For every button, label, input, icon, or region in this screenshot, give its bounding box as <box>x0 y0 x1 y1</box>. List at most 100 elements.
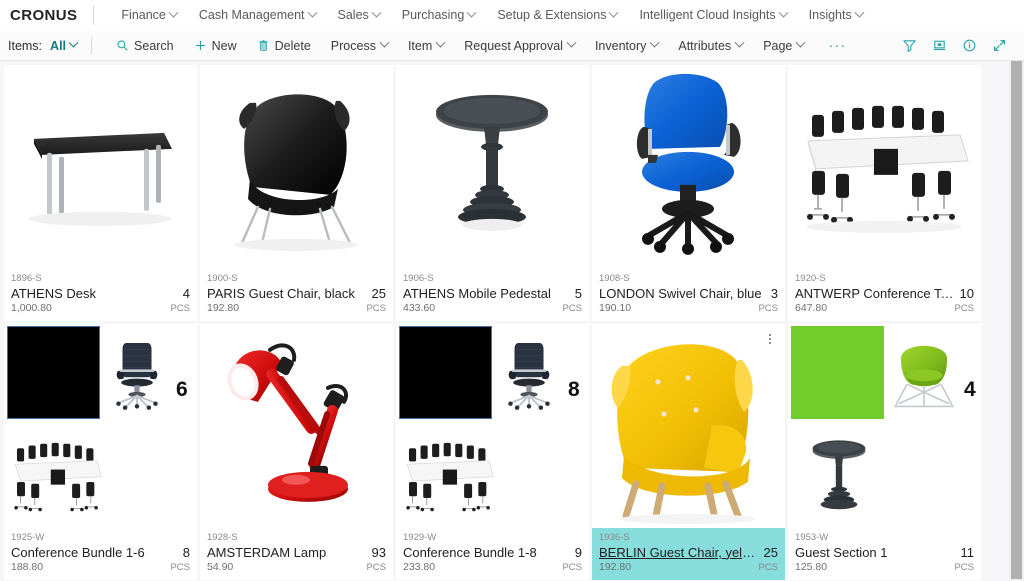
command-bar: Items: All Search New Delete Process Item Req… <box>0 31 1024 61</box>
bundle-composite: 6 <box>4 324 197 528</box>
item-card[interactable]: 1920-S ANTWERP Conference Table 10 647.8… <box>788 65 981 321</box>
items-grid: 1896-S ATHENS Desk 4 1,000.80 PCS 1900-S… <box>4 65 1024 580</box>
item-caption: 1920-S ANTWERP Conference Table 10 647.8… <box>788 269 981 321</box>
item-price-row: 433.60 PCS <box>403 302 582 315</box>
command-new[interactable]: New <box>184 31 247 60</box>
nav-item-label: Cash Management <box>198 8 305 22</box>
item-card[interactable]: 8 1929-W Conference Bundle 1-8 9 233.80 … <box>396 324 589 580</box>
office-chair-thumb <box>508 342 550 410</box>
chevron-down-icon <box>778 7 789 18</box>
item-title[interactable]: Conference Bundle 1-6 <box>11 545 145 561</box>
command-delete[interactable]: Delete <box>247 31 321 60</box>
item-title-row: ATHENS Desk 4 <box>11 286 190 302</box>
item-title-row: BERLIN Guest Chair, yellow 25 <box>599 545 778 561</box>
chevron-down-icon <box>795 37 806 48</box>
item-title-row: Conference Bundle 1-8 9 <box>403 545 582 561</box>
chevron-down-icon <box>734 37 745 48</box>
item-title[interactable]: LONDON Swivel Chair, blue <box>599 286 762 302</box>
more-commands-button[interactable]: ··· <box>814 38 860 53</box>
bundle-composite: 4 <box>788 324 981 528</box>
item-title[interactable]: PARIS Guest Chair, black <box>207 286 355 302</box>
item-price-row: 1,000.80 PCS <box>11 302 190 315</box>
office-chair-thumb <box>116 342 158 410</box>
armchair-yellow-image <box>611 344 756 524</box>
item-price: 1,000.80 <box>11 301 52 314</box>
command-item[interactable]: Item <box>398 31 454 60</box>
card-more-options-icon[interactable] <box>763 330 777 348</box>
item-title-row: Guest Section 1 11 <box>795 545 974 561</box>
nav-item-purchasing[interactable]: Purchasing <box>391 7 487 22</box>
item-price-row: 647.80 PCS <box>795 302 974 315</box>
item-price-row: 192.80 PCS <box>207 302 386 315</box>
command-request-approval[interactable]: Request Approval <box>454 31 585 60</box>
expand-icon[interactable] <box>984 32 1014 60</box>
item-title[interactable]: Guest Section 1 <box>795 545 888 561</box>
nav-item-label: Purchasing <box>401 8 465 22</box>
nav-item-insights[interactable]: Insights <box>798 7 874 22</box>
item-title[interactable]: ATHENS Desk <box>11 286 96 302</box>
green-placeholder-square <box>791 326 884 419</box>
item-card[interactable]: 4 1953-W Guest Section 1 11 125.80 PCS <box>788 324 981 580</box>
item-price: 188.80 <box>11 560 44 573</box>
item-card[interactable]: 1908-S LONDON Swivel Chair, blue 3 190.1… <box>592 65 785 321</box>
items-gallery: 1896-S ATHENS Desk 4 1,000.80 PCS 1900-S… <box>0 61 1024 581</box>
item-card[interactable]: 1900-S PARIS Guest Chair, black 25 192.8… <box>200 65 393 321</box>
item-card[interactable]: 1896-S ATHENS Desk 4 1,000.80 PCS <box>4 65 197 321</box>
top-navigation-bar: CRONUS Finance Cash Management Sales Purcha… <box>0 0 1024 31</box>
conference-table-image <box>806 105 969 233</box>
command-attributes[interactable]: Attributes <box>668 31 753 60</box>
search-icon <box>117 40 128 51</box>
nav-item-cash-management[interactable]: Cash Management <box>188 7 327 22</box>
command-divider <box>91 37 93 54</box>
nav-item-intelligent-cloud-insights[interactable]: Intelligent Cloud Insights <box>628 7 797 22</box>
item-caption: 1953-W Guest Section 1 11 125.80 PCS <box>788 528 981 580</box>
item-image-desk-black <box>4 65 197 269</box>
item-uom: PCS <box>562 561 582 573</box>
view-filter-dropdown[interactable]: All <box>50 37 79 53</box>
share-icon[interactable] <box>924 32 954 60</box>
command-page[interactable]: Page <box>753 31 814 60</box>
item-card[interactable]: 6 1925-W Conference Bundle 1-6 8 188.80 … <box>4 324 197 580</box>
scrollbar-thumb[interactable] <box>1011 61 1022 579</box>
chevron-down-icon <box>371 7 382 18</box>
item-image-bundle-6: 6 <box>4 324 197 528</box>
info-icon[interactable] <box>954 32 984 60</box>
item-title[interactable]: AMSTERDAM Lamp <box>207 545 326 561</box>
nav-item-label: Insights <box>808 8 852 22</box>
chevron-down-icon <box>168 7 179 18</box>
chevron-down-icon <box>649 37 660 48</box>
item-code: 1928-S <box>207 531 238 543</box>
item-card[interactable]: 1906-S ATHENS Mobile Pedestal 5 433.60 P… <box>396 65 589 321</box>
command-inventory[interactable]: Inventory <box>585 31 668 60</box>
filter-icon[interactable] <box>894 32 924 60</box>
item-quantity: 9 <box>574 544 582 560</box>
item-quantity: 4 <box>182 285 190 301</box>
item-caption: 1908-S LONDON Swivel Chair, blue 3 190.1… <box>592 269 785 321</box>
nav-item-finance[interactable]: Finance <box>110 7 187 22</box>
round-pedestal-table-image <box>436 94 548 231</box>
nav-item-sales[interactable]: Sales <box>327 7 391 22</box>
plus-icon <box>195 40 205 51</box>
nav-item-setup-extensions[interactable]: Setup & Extensions <box>486 7 628 22</box>
item-price: 125.80 <box>795 560 828 573</box>
item-card[interactable]: 1936-S BERLIN Guest Chair, yellow 25 192… <box>592 324 785 580</box>
item-price-row: 54.90 PCS <box>207 561 386 574</box>
item-code: 1920-S <box>795 272 826 284</box>
vertical-scrollbar[interactable] <box>1009 61 1024 581</box>
item-caption: 1896-S ATHENS Desk 4 1,000.80 PCS <box>4 269 197 321</box>
item-title[interactable]: ATHENS Mobile Pedestal <box>403 286 551 302</box>
item-title[interactable]: ANTWERP Conference Table <box>795 286 954 302</box>
item-code: 1900-S <box>207 272 238 284</box>
item-title[interactable]: BERLIN Guest Chair, yellow <box>599 545 758 561</box>
command-search[interactable]: Search <box>106 31 184 60</box>
item-card[interactable]: 1928-S AMSTERDAM Lamp 93 54.90 PCS <box>200 324 393 580</box>
item-code: 1906-S <box>403 272 434 284</box>
item-title-row: LONDON Swivel Chair, blue 3 <box>599 286 778 302</box>
command-label: Delete <box>274 38 311 53</box>
entity-label: Items: <box>8 38 43 53</box>
command-process[interactable]: Process <box>321 31 398 60</box>
item-price-row: 125.80 PCS <box>795 561 974 574</box>
item-price-row: 188.80 PCS <box>11 561 190 574</box>
command-label: New <box>211 38 237 53</box>
item-title[interactable]: Conference Bundle 1-8 <box>403 545 537 561</box>
